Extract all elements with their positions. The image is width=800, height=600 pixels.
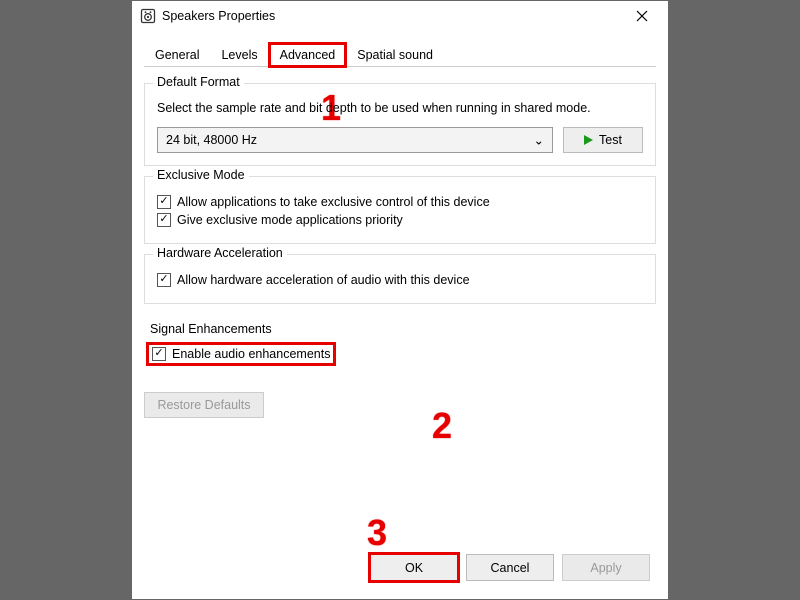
group-exclusive-mode: Exclusive Mode ✓ Allow applications to t… — [144, 176, 656, 244]
checkbox-exclusive-priority[interactable]: ✓ Give exclusive mode applications prior… — [157, 213, 643, 227]
checkbox-exclusive-control[interactable]: ✓ Allow applications to take exclusive c… — [157, 195, 643, 209]
ok-button[interactable]: OK — [370, 554, 458, 581]
dialog-footer: 3 OK Cancel Apply — [132, 542, 668, 599]
window-title: Speakers Properties — [162, 9, 622, 23]
dialog-window: Speakers Properties General Levels Advan… — [131, 0, 669, 600]
sample-rate-select[interactable]: 24 bit, 48000 Hz ⌄ — [157, 127, 553, 153]
tab-levels[interactable]: Levels — [210, 43, 268, 67]
checkbox-hardware-accel[interactable]: ✓ Allow hardware acceleration of audio w… — [157, 273, 643, 287]
test-button-label: Test — [599, 133, 622, 147]
default-format-description: Select the sample rate and bit depth to … — [157, 100, 643, 117]
checkbox-icon: ✓ — [157, 273, 171, 287]
group-title-exclusive: Exclusive Mode — [153, 168, 249, 182]
apply-button[interactable]: Apply — [562, 554, 650, 581]
chevron-down-icon: ⌄ — [534, 132, 544, 147]
checkbox-label: Give exclusive mode applications priorit… — [177, 213, 403, 227]
play-icon — [584, 135, 593, 145]
sample-rate-value: 24 bit, 48000 Hz — [166, 133, 257, 147]
checkbox-icon: ✓ — [152, 347, 166, 361]
close-button[interactable] — [622, 2, 662, 30]
group-default-format: Default Format Select the sample rate an… — [144, 83, 656, 166]
test-button[interactable]: Test — [563, 127, 643, 153]
group-signal-enh: Signal Enhancements ✓ Enable audio enhan… — [144, 320, 656, 366]
tab-general[interactable]: General — [144, 43, 210, 67]
checkbox-enable-enhancements[interactable]: ✓ Enable audio enhancements — [150, 346, 332, 362]
group-title-signal: Signal Enhancements — [150, 322, 656, 336]
tab-advanced[interactable]: Advanced — [269, 43, 347, 67]
group-hardware-accel: Hardware Acceleration ✓ Allow hardware a… — [144, 254, 656, 304]
checkbox-label: Allow applications to take exclusive con… — [177, 195, 490, 209]
group-title-hwaccel: Hardware Acceleration — [153, 246, 287, 260]
checkbox-label: Allow hardware acceleration of audio wit… — [177, 273, 470, 287]
checkbox-icon: ✓ — [157, 195, 171, 209]
tab-content: 1 Default Format Select the sample rate … — [132, 67, 668, 542]
titlebar: Speakers Properties — [132, 1, 668, 31]
tab-spatial[interactable]: Spatial sound — [346, 43, 444, 67]
speaker-icon — [140, 8, 156, 24]
cancel-button[interactable]: Cancel — [466, 554, 554, 581]
checkbox-label: Enable audio enhancements — [172, 347, 330, 361]
tabstrip: General Levels Advanced Spatial sound — [144, 39, 656, 67]
checkbox-icon: ✓ — [157, 213, 171, 227]
group-title-default-format: Default Format — [153, 75, 244, 89]
restore-defaults-button[interactable]: Restore Defaults — [144, 392, 264, 418]
